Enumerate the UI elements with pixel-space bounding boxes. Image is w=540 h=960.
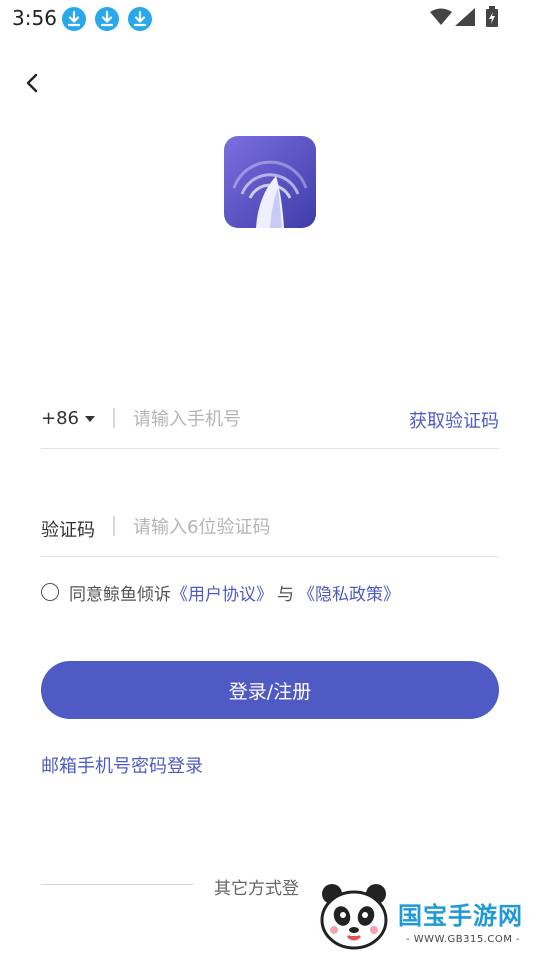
other-methods-label: 其它方式登 bbox=[214, 879, 299, 899]
download-icon bbox=[95, 7, 119, 31]
divider-line bbox=[41, 884, 193, 885]
user-agreement-link[interactable]: 《用户协议》 bbox=[171, 580, 273, 605]
login-register-button[interactable]: 登录/注册 bbox=[41, 661, 499, 719]
field-separator bbox=[113, 516, 115, 536]
agreement-prefix: 同意鲸鱼倾诉 bbox=[69, 584, 171, 605]
agree-checkbox[interactable] bbox=[41, 583, 59, 601]
status-time: 3:56 bbox=[12, 6, 57, 30]
agreement-and: 与 bbox=[277, 584, 294, 605]
phone-input[interactable] bbox=[133, 404, 383, 434]
phone-row: +86 获取验证码 bbox=[41, 398, 499, 449]
get-code-button[interactable]: 获取验证码 bbox=[409, 407, 499, 433]
agreement-row: 同意鲸鱼倾诉 《用户协议》 与 《隐私政策》 bbox=[41, 580, 400, 605]
watermark: 国宝手游网 - WWW.GB315.COM - bbox=[298, 868, 540, 960]
download-icon bbox=[62, 7, 86, 31]
panda-icon bbox=[320, 884, 388, 950]
email-password-login-link[interactable]: 邮箱手机号密码登录 bbox=[41, 752, 203, 778]
back-button[interactable] bbox=[18, 68, 48, 98]
caret-down-icon bbox=[85, 415, 95, 422]
signal-icon bbox=[455, 8, 475, 26]
whale-logo-icon bbox=[224, 136, 316, 228]
code-row: 验证码 bbox=[41, 506, 499, 557]
chevron-left-icon bbox=[26, 73, 38, 93]
field-separator bbox=[113, 408, 115, 428]
app-logo bbox=[224, 136, 316, 228]
status-bar: 3:56 bbox=[0, 0, 540, 36]
battery-icon bbox=[486, 6, 498, 27]
watermark-url: - WWW.GB315.COM - bbox=[406, 934, 521, 945]
wifi-icon bbox=[430, 8, 452, 25]
download-icon bbox=[128, 7, 152, 31]
country-code-selector[interactable]: +86 bbox=[41, 408, 95, 429]
code-input[interactable] bbox=[133, 512, 483, 542]
code-label: 验证码 bbox=[41, 520, 95, 541]
privacy-policy-link[interactable]: 《隐私政策》 bbox=[298, 580, 400, 605]
country-code-label: +86 bbox=[41, 408, 79, 429]
watermark-brand: 国宝手游网 bbox=[398, 902, 523, 930]
